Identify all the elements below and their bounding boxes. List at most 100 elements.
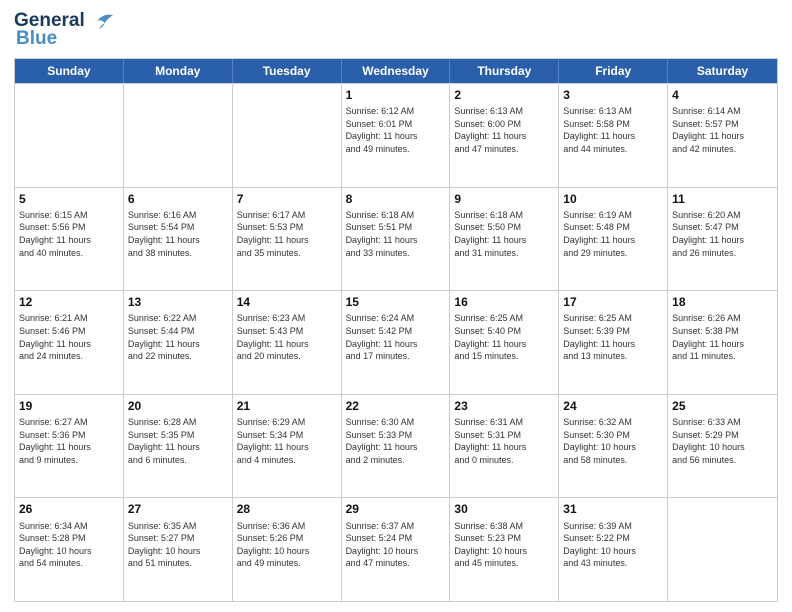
- day-info: Sunrise: 6:21 AM Sunset: 5:46 PM Dayligh…: [19, 312, 119, 362]
- calendar-row-3: 12 Sunrise: 6:21 AM Sunset: 5:46 PM Dayli…: [15, 290, 777, 394]
- day-number: 19: [19, 398, 119, 414]
- day-info: Sunrise: 6:12 AM Sunset: 6:01 PM Dayligh…: [346, 105, 446, 155]
- day-info: Sunrise: 6:33 AM Sunset: 5:29 PM Dayligh…: [672, 416, 773, 466]
- day-number: 24: [563, 398, 663, 414]
- day-number: 3: [563, 87, 663, 103]
- calendar-header: SundayMondayTuesdayWednesdayThursdayFrid…: [15, 59, 777, 83]
- header-day-monday: Monday: [124, 59, 233, 83]
- day-cell-16: 16Sunrise: 6:25 AM Sunset: 5:40 PM Dayli…: [450, 291, 559, 394]
- day-info: Sunrise: 6:32 AM Sunset: 5:30 PM Dayligh…: [563, 416, 663, 466]
- header-day-sunday: Sunday: [15, 59, 124, 83]
- day-info: Sunrise: 6:37 AM Sunset: 5:24 PM Dayligh…: [346, 520, 446, 570]
- day-info: Sunrise: 6:25 AM Sunset: 5:39 PM Dayligh…: [563, 312, 663, 362]
- day-number: 14: [237, 294, 337, 310]
- day-cell-27: 27 Sunrise: 6:35 AM Sunset: 5:27 PM Dayli…: [124, 498, 233, 601]
- day-number: 7: [237, 191, 337, 207]
- day-info: Sunrise: 6:14 AM Sunset: 5:57 PM Dayligh…: [672, 105, 773, 155]
- day-cell-20: 20Sunrise: 6:28 AM Sunset: 5:35 PM Dayli…: [124, 395, 233, 498]
- day-number: 8: [346, 191, 446, 207]
- day-number: 26: [19, 501, 119, 517]
- calendar-body: 1 Sunrise: 6:12 AM Sunset: 6:01 PM Daylig…: [15, 83, 777, 601]
- day-number: 31: [563, 501, 663, 517]
- logo-blue: Blue: [16, 28, 57, 50]
- day-info: Sunrise: 6:16 AM Sunset: 5:54 PM Dayligh…: [128, 209, 228, 259]
- header-day-friday: Friday: [559, 59, 668, 83]
- day-number: 30: [454, 501, 554, 517]
- day-info: Sunrise: 6:15 AM Sunset: 5:56 PM Dayligh…: [19, 209, 119, 259]
- day-number: 20: [128, 398, 228, 414]
- day-number: 27: [128, 501, 228, 517]
- day-cell-28: 28 Sunrise: 6:36 AM Sunset: 5:26 PM Dayli…: [233, 498, 342, 601]
- day-info: Sunrise: 6:31 AM Sunset: 5:31 PM Dayligh…: [454, 416, 554, 466]
- day-info: Sunrise: 6:13 AM Sunset: 6:00 PM Dayligh…: [454, 105, 554, 155]
- day-cell-7: 7Sunrise: 6:17 AM Sunset: 5:53 PM Daylig…: [233, 188, 342, 291]
- day-cell-4: 4 Sunrise: 6:14 AM Sunset: 5:57 PM Daylig…: [668, 84, 777, 187]
- day-number: 25: [672, 398, 773, 414]
- day-number: 11: [672, 191, 773, 207]
- calendar-row-2: 5 Sunrise: 6:15 AM Sunset: 5:56 PM Daylig…: [15, 187, 777, 291]
- day-cell-26: 26 Sunrise: 6:34 AM Sunset: 5:28 PM Dayli…: [15, 498, 124, 601]
- header: General Blue: [14, 10, 778, 50]
- day-info: Sunrise: 6:39 AM Sunset: 5:22 PM Dayligh…: [563, 520, 663, 570]
- day-number: 17: [563, 294, 663, 310]
- header-day-thursday: Thursday: [450, 59, 559, 83]
- day-number: 29: [346, 501, 446, 517]
- day-cell-2: 2 Sunrise: 6:13 AM Sunset: 6:00 PM Daylig…: [450, 84, 559, 187]
- day-cell-11: 11Sunrise: 6:20 AM Sunset: 5:47 PM Dayli…: [668, 188, 777, 291]
- day-info: Sunrise: 6:30 AM Sunset: 5:33 PM Dayligh…: [346, 416, 446, 466]
- day-number: 22: [346, 398, 446, 414]
- day-cell-21: 21Sunrise: 6:29 AM Sunset: 5:34 PM Dayli…: [233, 395, 342, 498]
- day-info: Sunrise: 6:24 AM Sunset: 5:42 PM Dayligh…: [346, 312, 446, 362]
- day-cell-25: 25 Sunrise: 6:33 AM Sunset: 5:29 PM Dayli…: [668, 395, 777, 498]
- day-info: Sunrise: 6:34 AM Sunset: 5:28 PM Dayligh…: [19, 520, 119, 570]
- header-day-tuesday: Tuesday: [233, 59, 342, 83]
- day-info: Sunrise: 6:22 AM Sunset: 5:44 PM Dayligh…: [128, 312, 228, 362]
- day-info: Sunrise: 6:18 AM Sunset: 5:50 PM Dayligh…: [454, 209, 554, 259]
- header-day-saturday: Saturday: [668, 59, 777, 83]
- day-info: Sunrise: 6:38 AM Sunset: 5:23 PM Dayligh…: [454, 520, 554, 570]
- day-info: Sunrise: 6:29 AM Sunset: 5:34 PM Dayligh…: [237, 416, 337, 466]
- day-cell-24: 24 Sunrise: 6:32 AM Sunset: 5:30 PM Dayli…: [559, 395, 668, 498]
- calendar: SundayMondayTuesdayWednesdayThursdayFrid…: [14, 58, 778, 602]
- logo: General Blue: [14, 10, 113, 50]
- day-cell-6: 6 Sunrise: 6:16 AM Sunset: 5:54 PM Daylig…: [124, 188, 233, 291]
- day-info: Sunrise: 6:35 AM Sunset: 5:27 PM Dayligh…: [128, 520, 228, 570]
- empty-cell: [233, 84, 342, 187]
- day-info: Sunrise: 6:36 AM Sunset: 5:26 PM Dayligh…: [237, 520, 337, 570]
- day-number: 6: [128, 191, 228, 207]
- day-number: 1: [346, 87, 446, 103]
- day-number: 13: [128, 294, 228, 310]
- day-info: Sunrise: 6:18 AM Sunset: 5:51 PM Dayligh…: [346, 209, 446, 259]
- day-number: 18: [672, 294, 773, 310]
- day-number: 9: [454, 191, 554, 207]
- empty-cell: [668, 498, 777, 601]
- day-number: 28: [237, 501, 337, 517]
- day-cell-17: 17 Sunrise: 6:25 AM Sunset: 5:39 PM Dayli…: [559, 291, 668, 394]
- day-info: Sunrise: 6:23 AM Sunset: 5:43 PM Dayligh…: [237, 312, 337, 362]
- day-cell-5: 5 Sunrise: 6:15 AM Sunset: 5:56 PM Daylig…: [15, 188, 124, 291]
- day-number: 4: [672, 87, 773, 103]
- empty-cell: [124, 84, 233, 187]
- day-number: 5: [19, 191, 119, 207]
- day-cell-18: 18 Sunrise: 6:26 AM Sunset: 5:38 PM Dayli…: [668, 291, 777, 394]
- day-cell-31: 31 Sunrise: 6:39 AM Sunset: 5:22 PM Dayli…: [559, 498, 668, 601]
- logo-bird-icon: [87, 11, 113, 31]
- day-number: 12: [19, 294, 119, 310]
- day-cell-14: 14 Sunrise: 6:23 AM Sunset: 5:43 PM Dayli…: [233, 291, 342, 394]
- day-cell-9: 9 Sunrise: 6:18 AM Sunset: 5:50 PM Daylig…: [450, 188, 559, 291]
- day-info: Sunrise: 6:27 AM Sunset: 5:36 PM Dayligh…: [19, 416, 119, 466]
- calendar-row-4: 19 Sunrise: 6:27 AM Sunset: 5:36 PM Dayli…: [15, 394, 777, 498]
- day-cell-10: 10Sunrise: 6:19 AM Sunset: 5:48 PM Dayli…: [559, 188, 668, 291]
- day-info: Sunrise: 6:26 AM Sunset: 5:38 PM Dayligh…: [672, 312, 773, 362]
- day-number: 15: [346, 294, 446, 310]
- day-cell-30: 30 Sunrise: 6:38 AM Sunset: 5:23 PM Dayli…: [450, 498, 559, 601]
- calendar-row-1: 1 Sunrise: 6:12 AM Sunset: 6:01 PM Daylig…: [15, 83, 777, 187]
- day-cell-13: 13 Sunrise: 6:22 AM Sunset: 5:44 PM Dayli…: [124, 291, 233, 394]
- day-cell-8: 8 Sunrise: 6:18 AM Sunset: 5:51 PM Daylig…: [342, 188, 451, 291]
- day-cell-15: 15 Sunrise: 6:24 AM Sunset: 5:42 PM Dayli…: [342, 291, 451, 394]
- day-number: 16: [454, 294, 554, 310]
- empty-cell: [15, 84, 124, 187]
- day-number: 23: [454, 398, 554, 414]
- day-number: 2: [454, 87, 554, 103]
- day-cell-19: 19 Sunrise: 6:27 AM Sunset: 5:36 PM Dayli…: [15, 395, 124, 498]
